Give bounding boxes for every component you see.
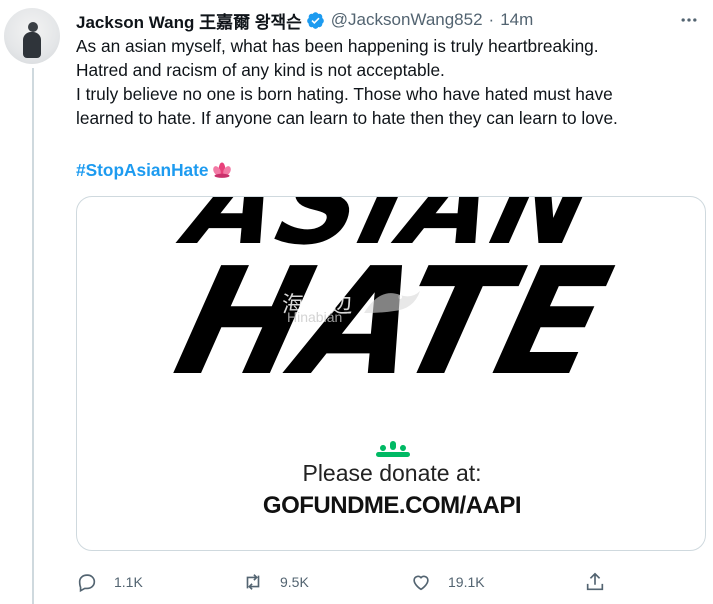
- tweet-time[interactable]: 14m: [500, 10, 533, 30]
- avatar-figure-head: [28, 22, 38, 32]
- tweet-text: As an asian myself, what has been happen…: [76, 34, 696, 130]
- poster-image: ASIAN HATE 海那边 Hinabian Please donate at…: [77, 197, 705, 550]
- hashtag-link[interactable]: #StopAsianHate: [76, 158, 209, 182]
- tweet-actions: 1.1K 9.5K 19.1K: [76, 568, 636, 596]
- retweet-button[interactable]: 9.5K: [242, 568, 309, 596]
- tweet-line: As an asian myself, what has been happen…: [76, 36, 599, 56]
- like-button[interactable]: 19.1K: [410, 568, 485, 596]
- share-icon: [586, 572, 604, 591]
- more-options-icon[interactable]: [677, 8, 701, 32]
- gofundme-logo-icon: [376, 441, 410, 457]
- like-count: 19.1K: [448, 574, 485, 590]
- tweet-line: I truly believe no one is born hating. T…: [76, 84, 613, 104]
- watermark-bird-icon: [364, 291, 420, 313]
- tweet-line: learned to hate. If anyone can learn to …: [76, 108, 618, 128]
- retweet-count: 9.5K: [280, 574, 309, 590]
- media-card[interactable]: ASIAN HATE 海那边 Hinabian Please donate at…: [76, 196, 706, 551]
- reply-icon: [78, 574, 96, 593]
- verified-badge-icon: [306, 11, 324, 29]
- reply-count: 1.1K: [114, 574, 143, 590]
- thread-line: [32, 68, 34, 604]
- share-button[interactable]: [584, 568, 606, 596]
- avatar-figure-body: [23, 32, 41, 58]
- author-handle[interactable]: @JacksonWang852: [331, 10, 483, 30]
- tweet-header: Jackson Wang 王嘉爾 왕잭슨 @JacksonWang852 · 1…: [76, 8, 713, 33]
- heart-icon: [413, 575, 429, 591]
- author-name[interactable]: Jackson Wang 王嘉爾 왕잭슨: [76, 8, 302, 33]
- watermark-en: Hinabian: [287, 309, 343, 325]
- retweet-icon: [246, 574, 260, 590]
- header-separator: ·: [488, 10, 495, 29]
- lotus-hashflag-icon: [212, 162, 231, 178]
- donate-text: Please donate at:: [302, 460, 482, 486]
- avatar[interactable]: [4, 8, 60, 64]
- hashtag-row: #StopAsianHate: [76, 158, 232, 182]
- ellipsis-icon: [681, 18, 697, 22]
- donate-url: GOFUNDME.COM/AAPI: [262, 492, 522, 519]
- tweet-line: Hatred and racism of any kind is not acc…: [76, 60, 445, 80]
- reply-button[interactable]: 1.1K: [76, 568, 143, 596]
